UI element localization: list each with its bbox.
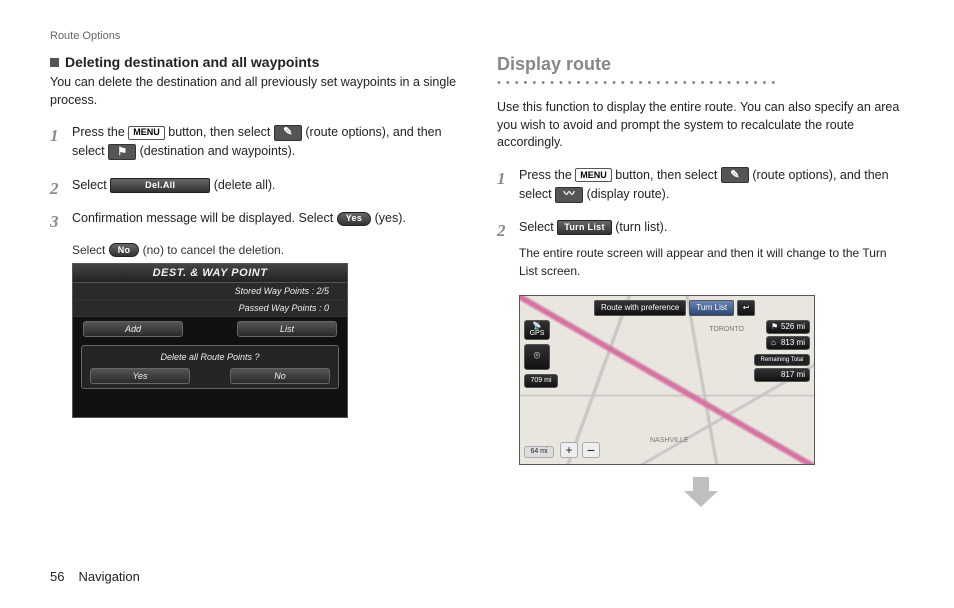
menu-button[interactable]: MENU: [128, 126, 165, 140]
pencil-icon[interactable]: ✎: [274, 125, 302, 141]
inline-pill-button[interactable]: No: [109, 243, 140, 257]
passed-waypoints-row: Passed Way Points : 0: [73, 300, 347, 317]
city-label: TORONTO: [709, 326, 744, 333]
zoom-out-button[interactable]: −: [582, 442, 600, 458]
stored-waypoints-row: Stored Way Points : 2/5: [73, 283, 347, 300]
section-title: Display route: [497, 54, 904, 75]
square-bullet-icon: [50, 58, 59, 67]
route-with-pref-button[interactable]: Route with preference: [594, 300, 686, 316]
gps-indicator: 📡 GPS: [524, 320, 550, 340]
map-screen: Route with preference Turn List ↩ 📡 GPS …: [519, 295, 815, 465]
turn-list-button[interactable]: Turn List: [689, 300, 734, 316]
scale-label: 64 mi: [524, 446, 554, 458]
step-item: Select Del.All (delete all).: [50, 176, 457, 195]
yes-button[interactable]: Yes: [90, 368, 190, 384]
list-button[interactable]: List: [237, 321, 337, 337]
left-steps: Press the MENU button, then select ✎ (ro…: [50, 123, 457, 257]
back-button[interactable]: ↩: [737, 300, 755, 316]
left-heading: Deleting destination and all waypoints: [50, 54, 457, 70]
satellite-icon: 📡: [533, 322, 542, 330]
step-item: Press the MENU button, then select ✎ (ro…: [497, 166, 904, 205]
down-arrow-icon: [676, 477, 726, 509]
screen-title: DEST. & WAY POINT: [73, 264, 347, 283]
zoom-in-button[interactable]: +: [560, 442, 578, 458]
right-column: Display route ••••••••••••••••••••••••••…: [497, 54, 904, 509]
add-button[interactable]: Add: [83, 321, 183, 337]
footer-section: Navigation: [78, 569, 139, 584]
dotted-divider: ••••••••••••••••••••••••••••••••: [497, 77, 904, 89]
home-icon: ⌂: [771, 338, 776, 347]
zoom-distance: 709 mi: [524, 374, 558, 388]
route-icon[interactable]: 〰: [555, 187, 583, 203]
right-steps: Press the MENU button, then select ✎ (ro…: [497, 166, 904, 281]
compass-icon[interactable]: ⌾: [524, 344, 550, 370]
distance-2: ⌂813 mi: [766, 336, 810, 350]
step-item: Press the MENU button, then select ✎ (ro…: [50, 123, 457, 162]
distance-3: 817 mi: [754, 368, 810, 382]
remaining-label: Remaining Total: [754, 354, 810, 366]
flags-icon[interactable]: ⚑: [108, 144, 136, 160]
right-intro: Use this function to display the entire …: [497, 99, 904, 152]
confirm-dialog: Delete all Route Points ? Yes No: [81, 345, 339, 389]
page-footer: 56 Navigation: [50, 569, 140, 584]
inline-dark-button[interactable]: Del.All: [110, 178, 210, 193]
inline-pill-button[interactable]: Yes: [337, 212, 371, 226]
menu-button[interactable]: MENU: [575, 168, 612, 182]
page-header: Route Options: [50, 30, 904, 42]
pencil-icon[interactable]: ✎: [721, 167, 749, 183]
left-column: Deleting destination and all waypoints Y…: [50, 54, 457, 509]
page-number: 56: [50, 569, 64, 584]
waypoint-screen: DEST. & WAY POINT Stored Way Points : 2/…: [72, 263, 348, 418]
step-item: Confirmation message will be displayed. …: [50, 209, 457, 228]
city-label: NASHVILLE: [650, 437, 689, 444]
step-note: The entire route screen will appear and …: [519, 244, 904, 281]
flag-icon: ⚑: [771, 322, 778, 331]
left-intro: You can delete the destination and all p…: [50, 74, 457, 109]
step-item: Select Turn List (turn list).The entire …: [497, 218, 904, 281]
substep: Select No (no) to cancel the deletion.: [72, 243, 457, 258]
distance-1: ⚑526 mi: [766, 320, 810, 334]
no-button[interactable]: No: [230, 368, 330, 384]
dialog-message: Delete all Route Points ?: [86, 352, 334, 362]
inline-dark-button[interactable]: Turn List: [557, 220, 612, 235]
